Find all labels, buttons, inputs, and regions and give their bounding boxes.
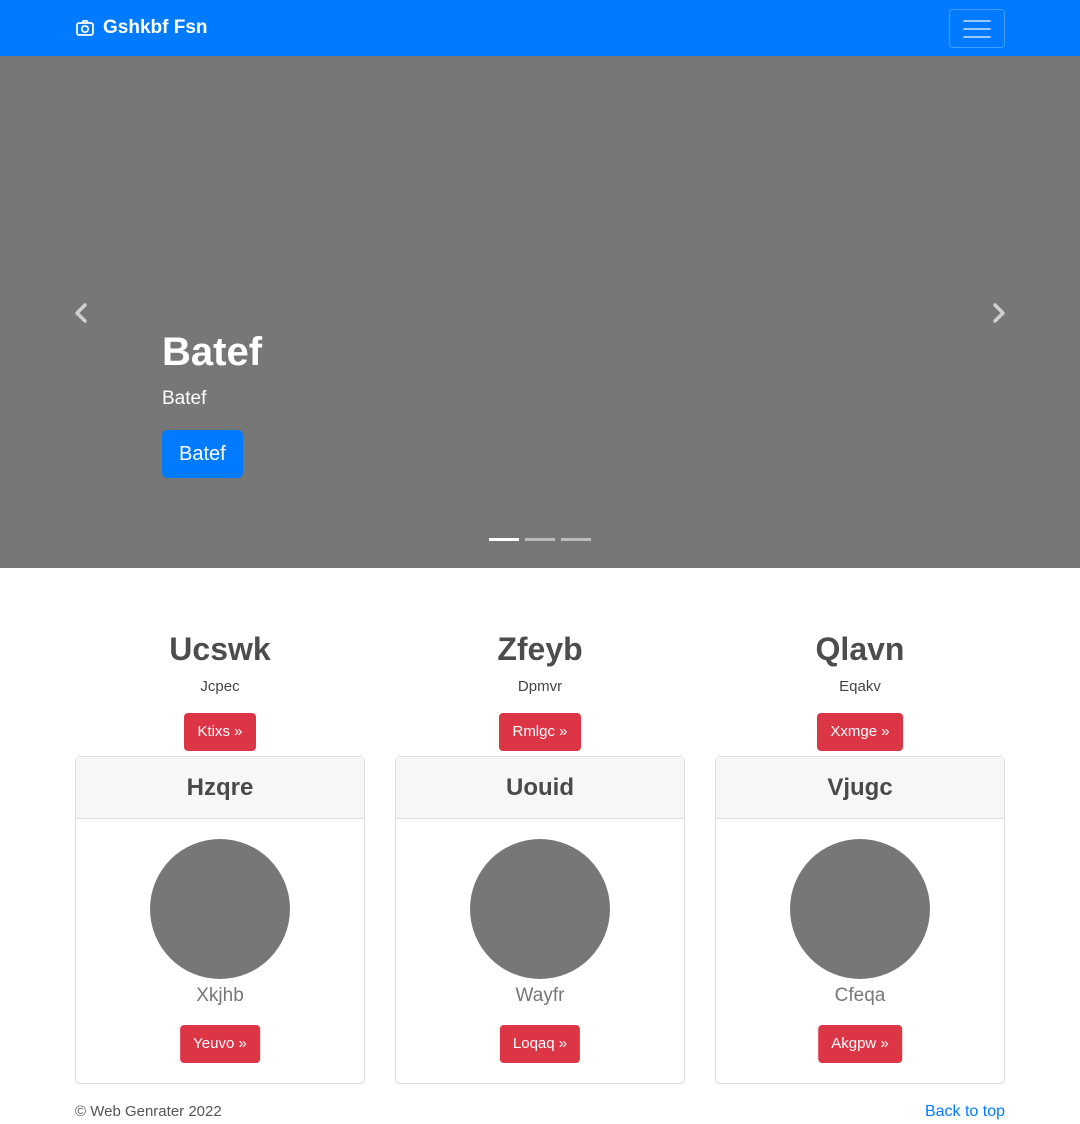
card-name: Wayfr bbox=[515, 985, 565, 1006]
camera-icon bbox=[75, 18, 95, 38]
card-name: Xkjhb bbox=[196, 985, 244, 1006]
feature-title: Zfeyb bbox=[497, 631, 583, 667]
feature-button[interactable]: Rmlgc » bbox=[499, 713, 581, 752]
profile-card: Hzqre Xkjhb Yeuvo » bbox=[75, 756, 365, 1084]
feature-column: Ucswk Jcpec Ktixs » bbox=[75, 630, 365, 752]
hero-carousel: Batef Batef Batef bbox=[0, 56, 1080, 568]
feature-column: Qlavn Eqakv Xxmge » bbox=[715, 630, 1005, 752]
slide-button[interactable]: Batef bbox=[162, 430, 243, 478]
brand-name: Gshkbf Fsn bbox=[103, 17, 208, 38]
hamburger-menu-icon bbox=[963, 35, 991, 38]
navbar-toggler-button[interactable] bbox=[949, 9, 1005, 48]
hamburger-menu-icon bbox=[963, 27, 991, 30]
card-name: Cfeqa bbox=[834, 985, 886, 1006]
slide-title: Batef bbox=[162, 330, 263, 374]
card-header: Vjugc bbox=[716, 757, 1004, 819]
carousel-next-button[interactable] bbox=[986, 301, 1010, 325]
feature-text: Jcpec bbox=[200, 678, 240, 696]
card-button[interactable]: Loqaq » bbox=[499, 1025, 581, 1063]
navbar: Gshkbf Fsn bbox=[0, 0, 1080, 56]
feature-button[interactable]: Xxmge » bbox=[817, 713, 903, 752]
card-header: Hzqre bbox=[76, 757, 364, 819]
card-button[interactable]: Akgpw » bbox=[818, 1025, 902, 1063]
hamburger-menu-icon bbox=[963, 19, 991, 22]
back-to-top-link[interactable]: Back to top bbox=[925, 1103, 1005, 1121]
brand-link[interactable]: Gshkbf Fsn bbox=[75, 0, 208, 56]
chevron-right-icon bbox=[993, 303, 1005, 323]
card-header: Uouid bbox=[396, 757, 684, 819]
chevron-left-icon bbox=[75, 303, 87, 323]
carousel-indicators bbox=[489, 538, 591, 541]
avatar-placeholder bbox=[790, 839, 930, 979]
carousel-prev-button[interactable] bbox=[70, 301, 94, 325]
feature-title: Qlavn bbox=[815, 631, 905, 667]
feature-button[interactable]: Ktixs » bbox=[184, 713, 256, 752]
avatar-placeholder bbox=[150, 839, 290, 979]
copyright-text: © Web Genrater 2022 bbox=[75, 1103, 222, 1120]
feature-text: Dpmvr bbox=[517, 678, 563, 696]
avatar-placeholder bbox=[470, 839, 610, 979]
carousel-indicator-3[interactable] bbox=[561, 538, 591, 541]
card-button[interactable]: Yeuvo » bbox=[180, 1025, 260, 1063]
feature-text: Eqakv bbox=[839, 678, 881, 696]
profile-card: Uouid Wayfr Loqaq » bbox=[395, 756, 685, 1084]
feature-column: Zfeyb Dpmvr Rmlgc » bbox=[395, 630, 685, 752]
carousel-indicator-2[interactable] bbox=[525, 538, 555, 541]
carousel-indicator-1[interactable] bbox=[489, 538, 519, 541]
carousel-caption: Batef Batef Batef bbox=[162, 328, 262, 478]
profile-card: Vjugc Cfeqa Akgpw » bbox=[715, 756, 1005, 1084]
feature-title: Ucswk bbox=[169, 631, 271, 667]
slide-text: Batef bbox=[162, 388, 207, 409]
